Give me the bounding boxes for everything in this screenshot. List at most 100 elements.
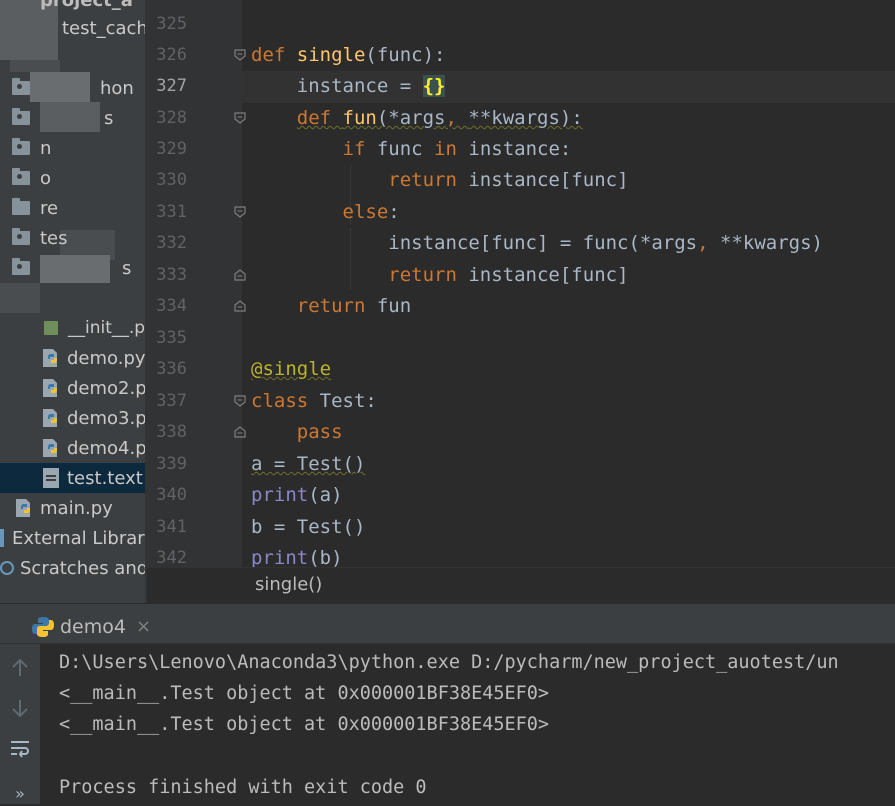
tree-item-external-libraries[interactable]: External Librari [0,523,145,553]
code-line: 333 return instance[func] [147,260,895,291]
code-text: print(b) [251,547,343,567]
line-number: 340 [156,485,187,505]
code-line: 338 pass [147,417,895,448]
tree-item-test-text[interactable]: test.text [0,463,145,493]
code-line: 325 [147,9,895,40]
code-line: 339 a = Test() [147,449,895,480]
code-line: 326 def single(func): [147,40,895,71]
folder-icon [12,258,30,275]
tree-item-init[interactable]: __init__.p [0,313,145,343]
tree-item-label: main.py [40,497,113,519]
python-icon [32,616,54,637]
tree-item-demo3[interactable]: demo3.p [0,403,145,433]
tree-item-folder[interactable]: tes [0,223,145,253]
tab-demo4[interactable]: demo4 × [0,609,151,644]
code-text: class Test: [251,390,377,412]
code-line: 341 b = Test() [147,512,895,543]
code-line: 327 instance = {} [147,71,895,102]
tree-item-label: test.text [67,467,143,489]
arrow-up-icon[interactable] [8,656,32,680]
code-line: 332 instance[func] = func(*args, **kwarg… [147,228,895,259]
tree-item-demo2[interactable]: demo2.p [0,373,145,403]
folder-icon [12,78,30,95]
tree-item-scratches[interactable]: Scratches and C [0,553,145,583]
code-text: print(a) [251,484,343,506]
folder-icon [12,108,30,125]
line-number: 328 [156,108,187,128]
fold-collapse-icon[interactable] [234,395,246,407]
code-line: 334 return fun [147,291,895,322]
python-file-icon [43,439,57,457]
console-line: Process finished with exit code 0 [59,777,427,798]
python-file-icon [43,409,57,427]
tree-item-folder[interactable]: hon [0,73,145,103]
tree-item-label: demo3.p [67,407,145,429]
code-text: return instance[func] [388,169,629,191]
tree-item-label: n [40,137,52,159]
code-line: 340 print(a) [147,480,895,511]
soft-wrap-icon[interactable] [8,736,32,760]
python-file-icon [43,379,57,397]
project-tree: project_a test_cach hon s n o re tes s _… [0,0,145,603]
code-line: 329 if func in instance: [147,134,895,165]
library-icon [0,529,4,547]
line-number: 331 [156,202,187,222]
code-text: b = Test() [251,516,366,538]
fold-collapse-icon[interactable] [234,49,246,61]
run-tab-bar: demo4 × [0,609,895,644]
line-number: 342 [156,548,187,567]
tree-item-label: Scratches and C [20,557,145,579]
line-number: 325 [156,14,187,34]
fold-collapse-icon[interactable] [234,206,246,218]
scratches-icon [0,561,14,575]
arrow-down-icon[interactable] [8,696,32,720]
text-file-icon [43,468,59,488]
tree-item-label: External Librari [12,527,145,549]
line-number: 338 [156,422,187,442]
line-number: 326 [156,45,187,65]
tree-item-demo[interactable]: demo.py [0,343,145,373]
python-file-icon [43,349,57,367]
code-text: if func in instance: [342,138,572,160]
fold-end-icon[interactable] [234,269,246,281]
console-line: <__main__.Test object at 0x000001BF38E45… [59,683,550,704]
code-text: a = Test() [251,453,366,475]
line-number: 330 [156,170,187,190]
code-text: else: [342,201,400,223]
init-icon [44,321,58,335]
code-text: return instance[func] [388,264,629,286]
tree-item-demo4[interactable]: demo4.p [0,433,145,463]
line-number: 336 [156,359,187,379]
tree-item-test-cache[interactable]: test_cach [0,13,145,43]
code-editor[interactable]: 325 326 def single(func): 327 instance =… [147,0,895,567]
breadcrumb-item[interactable]: single() [255,574,322,595]
tree-item-folder[interactable]: s [0,103,145,133]
close-icon[interactable]: × [136,616,151,637]
code-line: 328 def fun(*args, **kwargs): [147,103,895,134]
more-icon[interactable]: » [8,782,32,806]
tree-item-folder[interactable]: s [0,253,145,283]
code-text: instance = {} [251,75,446,97]
console-line: D:\Users\Lenovo\Anaconda3\python.exe D:/… [59,652,839,673]
blurred-region [0,283,40,313]
code-text: return fun [296,295,412,317]
fold-collapse-icon[interactable] [234,112,246,124]
console-output[interactable]: D:\Users\Lenovo\Anaconda3\python.exe D:/… [40,644,895,804]
line-number: 335 [156,328,187,348]
code-line: 330 return instance[func] [147,165,895,196]
breadcrumb: single() [147,567,895,603]
tree-item-folder[interactable]: o [0,163,145,193]
tree-item-label: test_cach [62,17,145,39]
tree-item-label: tes [40,227,68,249]
tree-item-main[interactable]: main.py [0,493,145,523]
line-number: 339 [156,454,187,474]
fold-end-icon[interactable] [234,426,246,438]
code-line: 336 @single [147,354,895,385]
tree-item-folder[interactable]: re [0,193,145,223]
fold-end-icon[interactable] [234,300,246,312]
tree-item-label: hon [100,77,134,99]
tab-label: demo4 [60,615,126,638]
line-number: 327 [156,76,187,96]
tree-item-folder[interactable]: n [0,133,145,163]
folder-icon [12,168,30,185]
